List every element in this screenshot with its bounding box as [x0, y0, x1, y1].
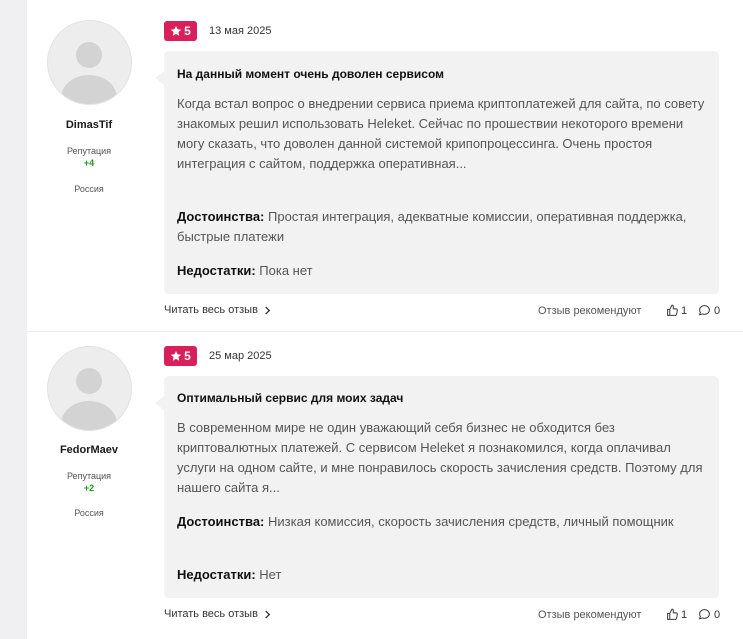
reputation-value: +2	[83, 483, 95, 493]
read-full-review-link[interactable]: Читать весь отзыв	[164, 608, 271, 620]
review-bubble: На данный момент очень доволен сервисом …	[155, 51, 719, 294]
cons-text: Нет	[259, 567, 282, 582]
comment-bubble-icon	[699, 609, 710, 620]
comment-count: 0	[714, 304, 721, 317]
author-country: Россия	[74, 508, 104, 518]
rating-value: 5	[184, 24, 191, 38]
recommend-label: Отзыв рекомендуют	[538, 305, 642, 317]
pros-text: Низкая комиссия, скорость зачисления сре…	[268, 514, 674, 529]
reviews-list: DimasTif Репутация +4 Россия 5 13 мая 20…	[27, 0, 743, 639]
like-count: 1	[681, 608, 688, 621]
review-title[interactable]: На данный момент очень доволен сервисом	[177, 67, 444, 81]
review-card: FedorMaev Репутация +2 Россия 5 25 мар 2…	[27, 332, 743, 639]
review-author: FedorMaev Репутация +2 Россия	[27, 332, 151, 639]
pros-label: Достоинства:	[177, 209, 265, 224]
cons-label: Недостатки:	[177, 567, 256, 582]
chevron-right-icon	[265, 305, 271, 315]
author-country: Россия	[74, 184, 104, 194]
review-title[interactable]: Оптимальный сервис для моих задач	[177, 391, 403, 405]
rating-badge: 5	[164, 21, 197, 41]
review-text: Когда встал вопрос о внедрении сервиса п…	[177, 96, 705, 171]
comments-button[interactable]: 0	[698, 304, 720, 317]
chevron-right-icon	[265, 609, 271, 619]
review-cons: Недостатки: Нет	[177, 565, 281, 585]
review-card: DimasTif Репутация +4 Россия 5 13 мая 20…	[27, 0, 743, 331]
read-more-label: Читать весь отзыв	[164, 304, 258, 316]
reputation-label: Репутация	[66, 146, 112, 156]
like-button[interactable]: 1	[666, 608, 687, 621]
author-name[interactable]: DimasTif	[27, 119, 151, 131]
like-count: 1	[681, 304, 688, 317]
pros-label: Достоинства:	[177, 514, 265, 529]
rating-value: 5	[184, 349, 191, 363]
avatar[interactable]	[47, 20, 132, 105]
review-date: 25 мар 2025	[209, 350, 272, 362]
review-bubble: Оптимальный сервис для моих задач В совр…	[155, 376, 719, 598]
rating-badge: 5	[164, 346, 197, 366]
comments-button[interactable]: 0	[698, 608, 720, 621]
cons-label: Недостатки:	[177, 263, 256, 278]
read-full-review-link[interactable]: Читать весь отзыв	[164, 304, 271, 316]
review-date: 13 мая 2025	[209, 25, 272, 37]
reputation-value: +4	[83, 158, 95, 168]
star-icon	[171, 26, 182, 36]
comment-bubble-icon	[699, 305, 710, 316]
cons-text: Пока нет	[259, 263, 313, 278]
avatar[interactable]	[47, 346, 132, 431]
reputation-label: Репутация	[66, 471, 112, 481]
star-icon	[171, 351, 182, 361]
comment-count: 0	[714, 608, 721, 621]
read-more-label: Читать весь отзыв	[164, 608, 258, 620]
review-text: В современном мире не один уважающий себ…	[177, 420, 703, 495]
like-button[interactable]: 1	[666, 304, 687, 317]
review-cons: Недостатки: Пока нет	[177, 261, 313, 281]
thumbs-up-icon	[667, 304, 678, 316]
review-author: DimasTif Репутация +4 Россия	[27, 0, 151, 331]
author-name[interactable]: FedorMaev	[27, 444, 151, 456]
recommend-label: Отзыв рекомендуют	[538, 609, 642, 621]
review-pros: Достоинства: Простая интеграция, адекват…	[177, 207, 707, 247]
review-pros: Достоинства: Низкая комиссия, скорость з…	[177, 512, 707, 532]
thumbs-up-icon	[667, 608, 678, 620]
